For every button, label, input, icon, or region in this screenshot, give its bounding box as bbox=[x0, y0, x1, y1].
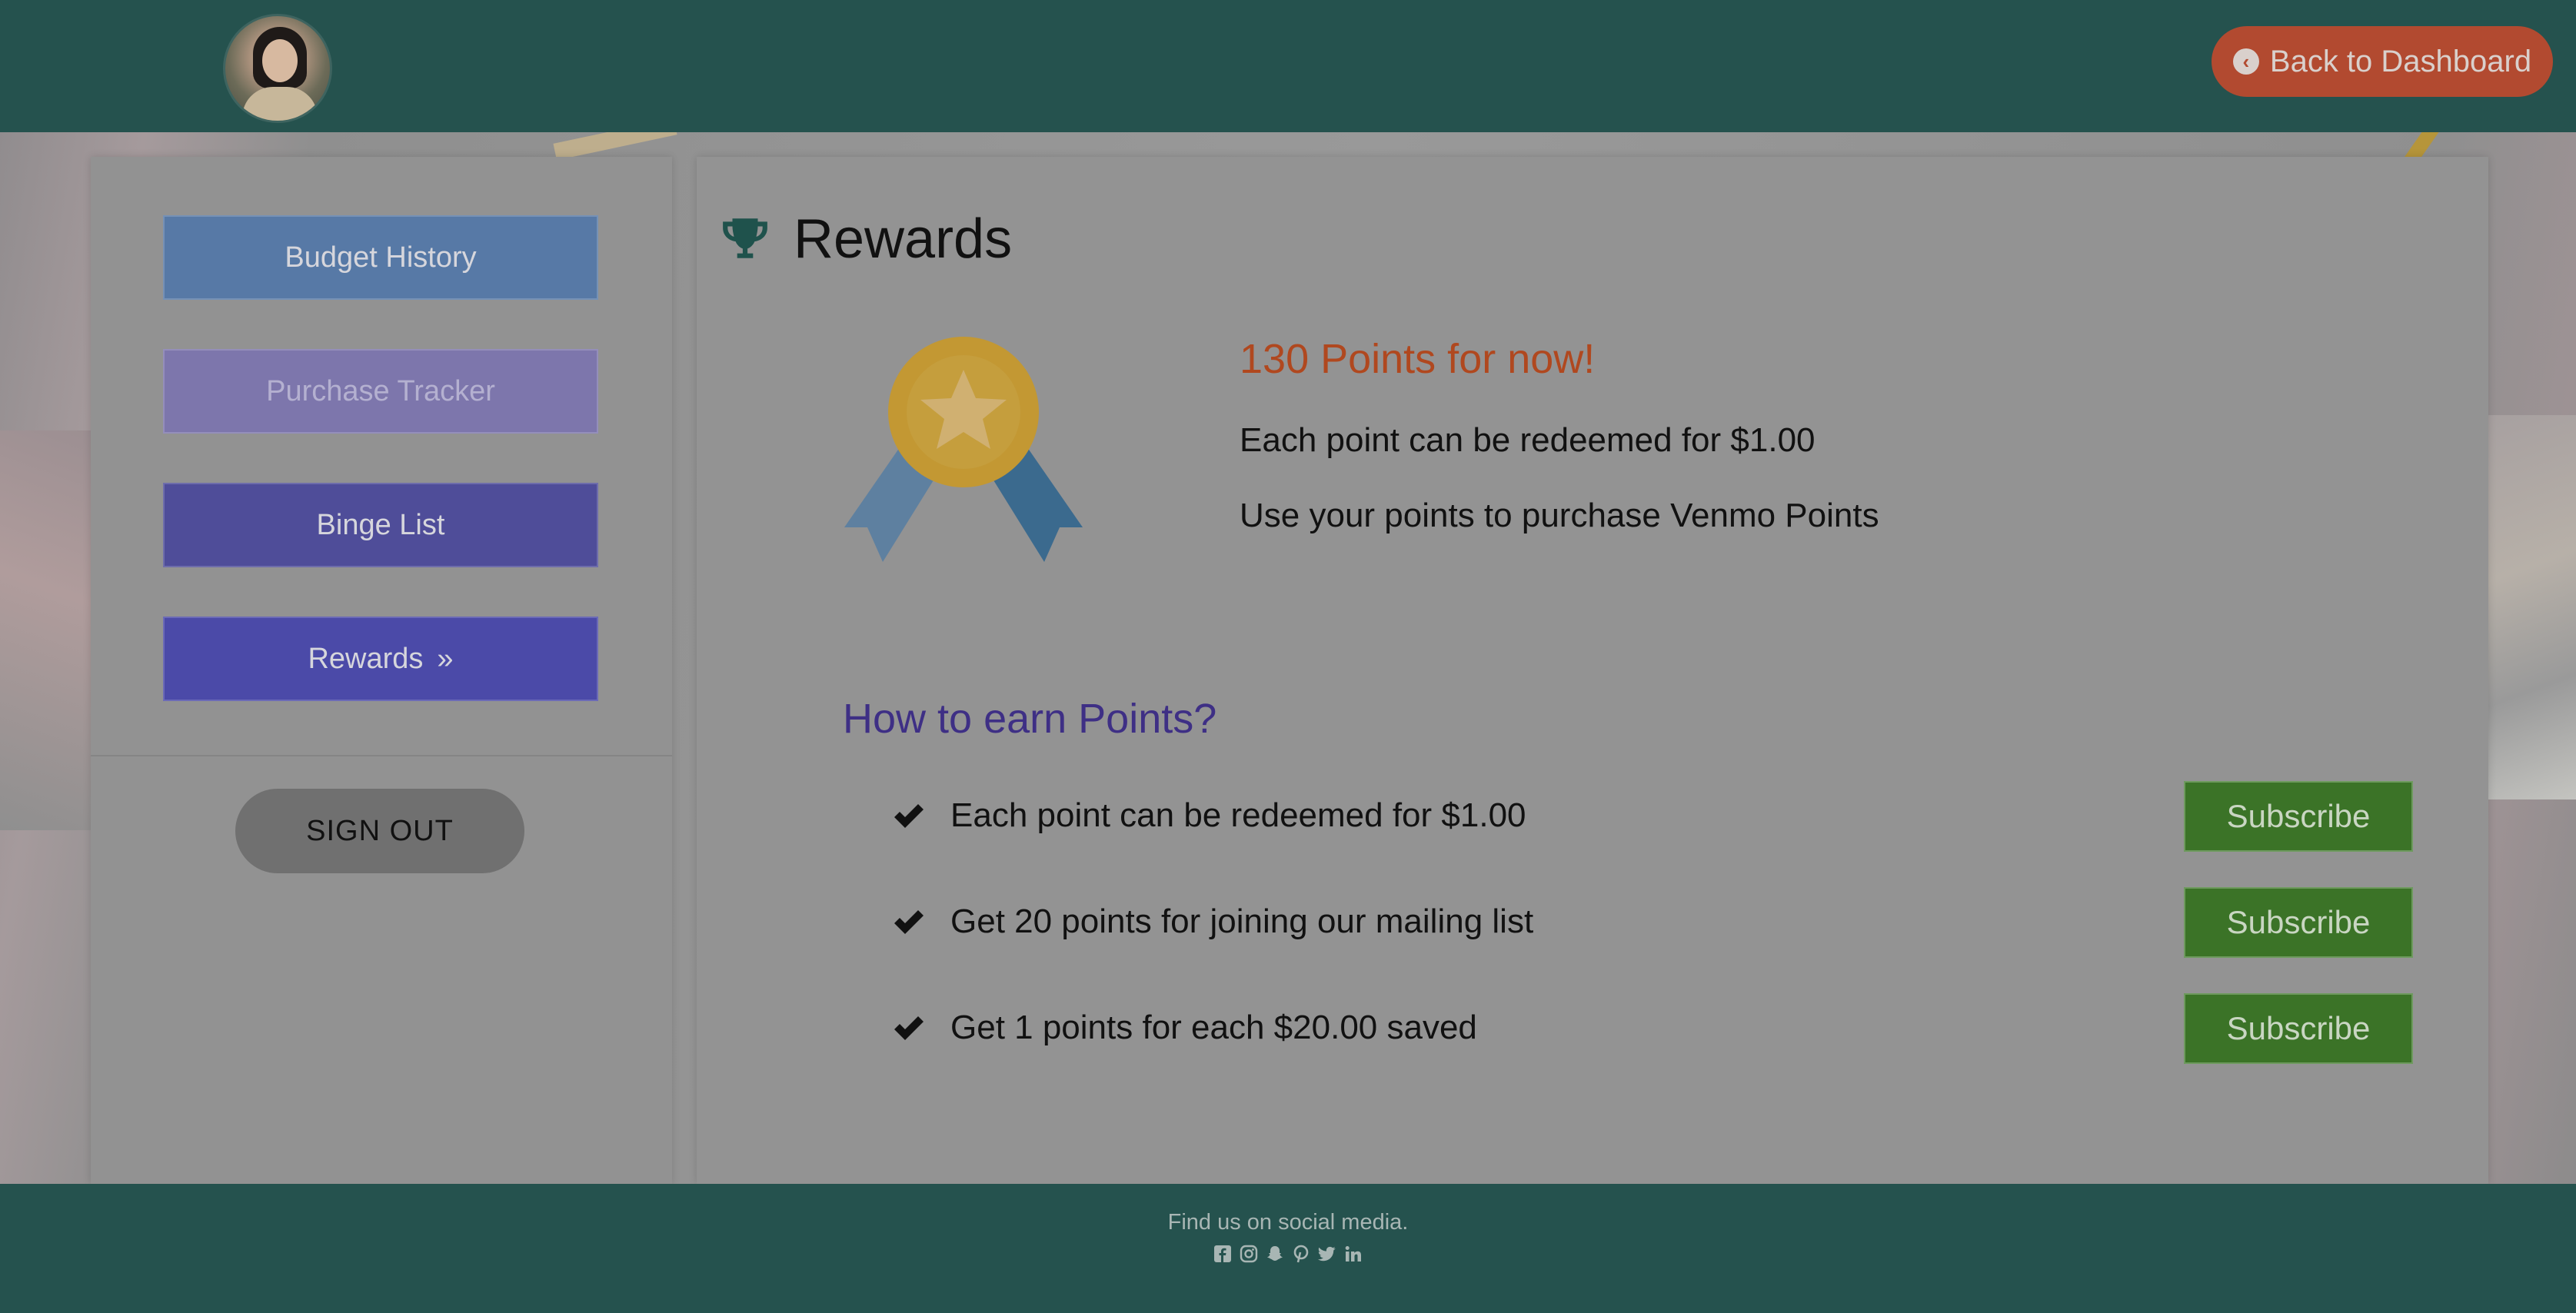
trophy-icon bbox=[723, 218, 767, 258]
check-icon bbox=[894, 804, 924, 828]
user-avatar[interactable] bbox=[223, 14, 332, 123]
earn-points-heading: How to earn Points? bbox=[843, 696, 1217, 742]
social-links bbox=[0, 1244, 2576, 1264]
sidebar-item-purchase-tracker[interactable]: Purchase Tracker bbox=[163, 349, 598, 434]
background-decoration bbox=[2488, 415, 2576, 799]
sidebar-item-label: Rewards bbox=[308, 642, 424, 675]
sidebar-divider bbox=[91, 755, 672, 756]
earn-item: Each point can be redeemed for $1.00 Sub… bbox=[892, 781, 2413, 852]
snapchat-icon[interactable] bbox=[1265, 1244, 1285, 1264]
sign-out-button[interactable]: SIGN OUT bbox=[235, 789, 524, 873]
subscribe-button[interactable]: Subscribe bbox=[2184, 781, 2413, 852]
medal-icon bbox=[844, 337, 1083, 562]
check-icon bbox=[894, 910, 924, 934]
earn-item-text: Get 1 points for each $20.00 saved bbox=[950, 1009, 1477, 1046]
sidebar-item-budget-history[interactable]: Budget History bbox=[163, 215, 598, 300]
points-info-text: Each point can be redeemed for $1.00 bbox=[1240, 421, 1816, 459]
twitter-icon[interactable] bbox=[1317, 1244, 1337, 1264]
instagram-icon[interactable] bbox=[1239, 1244, 1259, 1264]
double-chevron-right-icon: » bbox=[437, 642, 454, 675]
rewards-panel: Rewards 130 Points for now! Each point c… bbox=[697, 157, 2488, 1184]
back-to-dashboard-button[interactable]: ‹ Back to Dashboard bbox=[2212, 26, 2553, 97]
subscribe-button[interactable]: Subscribe bbox=[2184, 887, 2413, 958]
subscribe-button[interactable]: Subscribe bbox=[2184, 993, 2413, 1064]
sidebar-item-label: Binge List bbox=[316, 508, 445, 541]
back-to-dashboard-label: Back to Dashboard bbox=[2269, 44, 2532, 78]
footer: Find us on social media. bbox=[0, 1184, 2576, 1313]
footer-text: Find us on social media. bbox=[1167, 1210, 1409, 1235]
earn-item: Get 20 points for joining our mailing li… bbox=[892, 887, 2413, 958]
avatar-body bbox=[242, 87, 318, 121]
sidebar-item-binge-list[interactable]: Binge List bbox=[163, 483, 598, 567]
page-title-row: Rewards bbox=[720, 204, 1012, 274]
sidebar-item-label: Budget History bbox=[285, 241, 477, 274]
sidebar-item-label: Purchase Tracker bbox=[266, 374, 495, 407]
facebook-icon[interactable] bbox=[1213, 1244, 1233, 1264]
points-info-text: Use your points to purchase Venmo Points bbox=[1240, 497, 1879, 534]
sidebar-item-rewards[interactable]: Rewards » bbox=[163, 617, 598, 701]
page-title: Rewards bbox=[794, 208, 1013, 270]
avatar-face bbox=[262, 39, 298, 82]
top-header: ‹ Back to Dashboard bbox=[0, 0, 2576, 132]
background-decoration bbox=[0, 430, 91, 830]
linkedin-icon[interactable] bbox=[1343, 1244, 1363, 1264]
points-headline: 130 Points for now! bbox=[1240, 336, 1596, 382]
earn-item-text: Get 20 points for joining our mailing li… bbox=[950, 902, 1534, 940]
pinterest-icon[interactable] bbox=[1291, 1244, 1311, 1264]
check-icon bbox=[894, 1016, 924, 1040]
chevron-left-circle-icon: ‹ bbox=[2232, 48, 2259, 75]
earn-item: Get 1 points for each $20.00 saved Subsc… bbox=[892, 993, 2413, 1064]
earn-item-text: Each point can be redeemed for $1.00 bbox=[950, 796, 1526, 834]
sidebar: Budget History Purchase Tracker Binge Li… bbox=[91, 157, 672, 1184]
